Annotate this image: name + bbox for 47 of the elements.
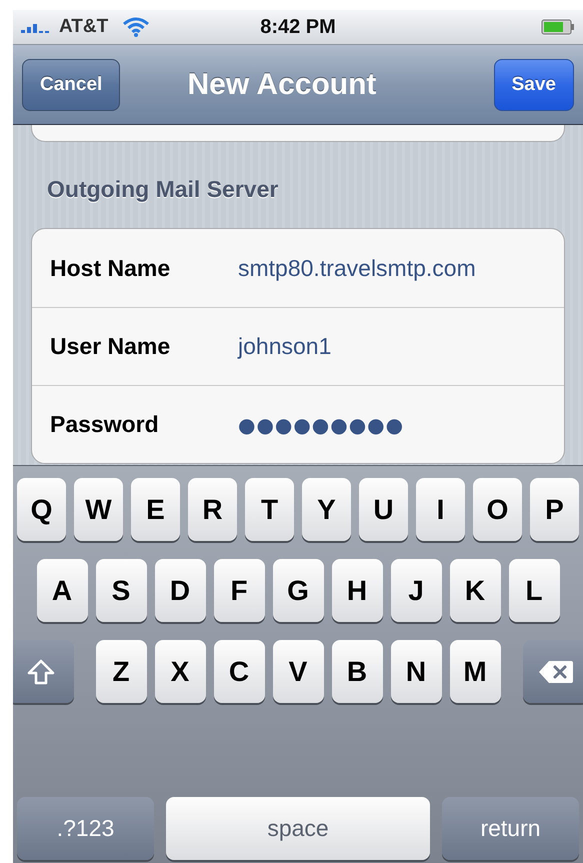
keyboard-key[interactable]: V xyxy=(272,640,324,703)
password-field[interactable]: ●●●●●●●●● xyxy=(238,412,404,436)
keyboard-key[interactable]: E xyxy=(131,478,180,541)
keyboard-key[interactable]: I xyxy=(416,478,465,541)
battery-icon xyxy=(541,19,575,35)
field-label: User Name xyxy=(50,333,172,360)
screen-title: New Account xyxy=(186,68,378,102)
keyboard-key[interactable]: Z xyxy=(96,640,146,703)
field-label: Password xyxy=(50,411,160,438)
return-key[interactable]: return xyxy=(442,797,579,860)
save-button[interactable]: Save xyxy=(494,58,574,110)
keyboard-key[interactable]: A xyxy=(36,559,88,622)
keyboard-key[interactable]: F xyxy=(214,559,264,622)
keyboard-key[interactable]: X xyxy=(154,640,206,703)
keyboard-key[interactable]: K xyxy=(450,559,500,622)
keyboard-key[interactable]: T xyxy=(245,478,294,541)
keyboard-key[interactable]: J xyxy=(390,559,442,622)
keyboard-key[interactable]: P xyxy=(530,478,579,541)
keyboard-key[interactable]: Q xyxy=(17,478,66,541)
clock-time: 8:42 PM xyxy=(260,16,336,38)
numbers-key[interactable]: .?123 xyxy=(17,797,154,860)
keyboard-key[interactable]: C xyxy=(214,640,264,703)
text-field[interactable]: johnson1 xyxy=(238,333,332,360)
backspace-icon xyxy=(538,660,574,684)
shift-key[interactable] xyxy=(13,640,74,703)
keyboard-key[interactable]: Y xyxy=(302,478,351,541)
keyboard-key[interactable]: B xyxy=(332,640,382,703)
keyboard-key[interactable]: G xyxy=(272,559,324,622)
text-field[interactable]: smtp80.travelsmtp.com xyxy=(238,254,476,282)
field-label: Host Name xyxy=(50,254,172,282)
keyboard-key[interactable]: R xyxy=(188,478,237,541)
space-key[interactable]: space xyxy=(166,797,430,860)
shift-icon xyxy=(26,658,54,686)
carrier-name: AT&T xyxy=(59,16,108,38)
keyboard-key[interactable]: S xyxy=(96,559,146,622)
keyboard-key[interactable]: L xyxy=(508,559,560,622)
keyboard-key[interactable]: M xyxy=(450,640,500,703)
cancel-button[interactable]: Cancel xyxy=(22,58,120,110)
keyboard-key[interactable]: N xyxy=(390,640,442,703)
delete-key[interactable] xyxy=(522,640,583,703)
wifi-icon xyxy=(122,17,150,37)
keyboard-key[interactable]: U xyxy=(359,478,408,541)
keyboard-key[interactable]: O xyxy=(473,478,522,541)
keyboard-key[interactable]: D xyxy=(154,559,206,622)
keyboard-key[interactable]: H xyxy=(332,559,382,622)
section-header: Outgoing Mail Server xyxy=(46,175,280,204)
keyboard-key[interactable]: W xyxy=(74,478,123,541)
